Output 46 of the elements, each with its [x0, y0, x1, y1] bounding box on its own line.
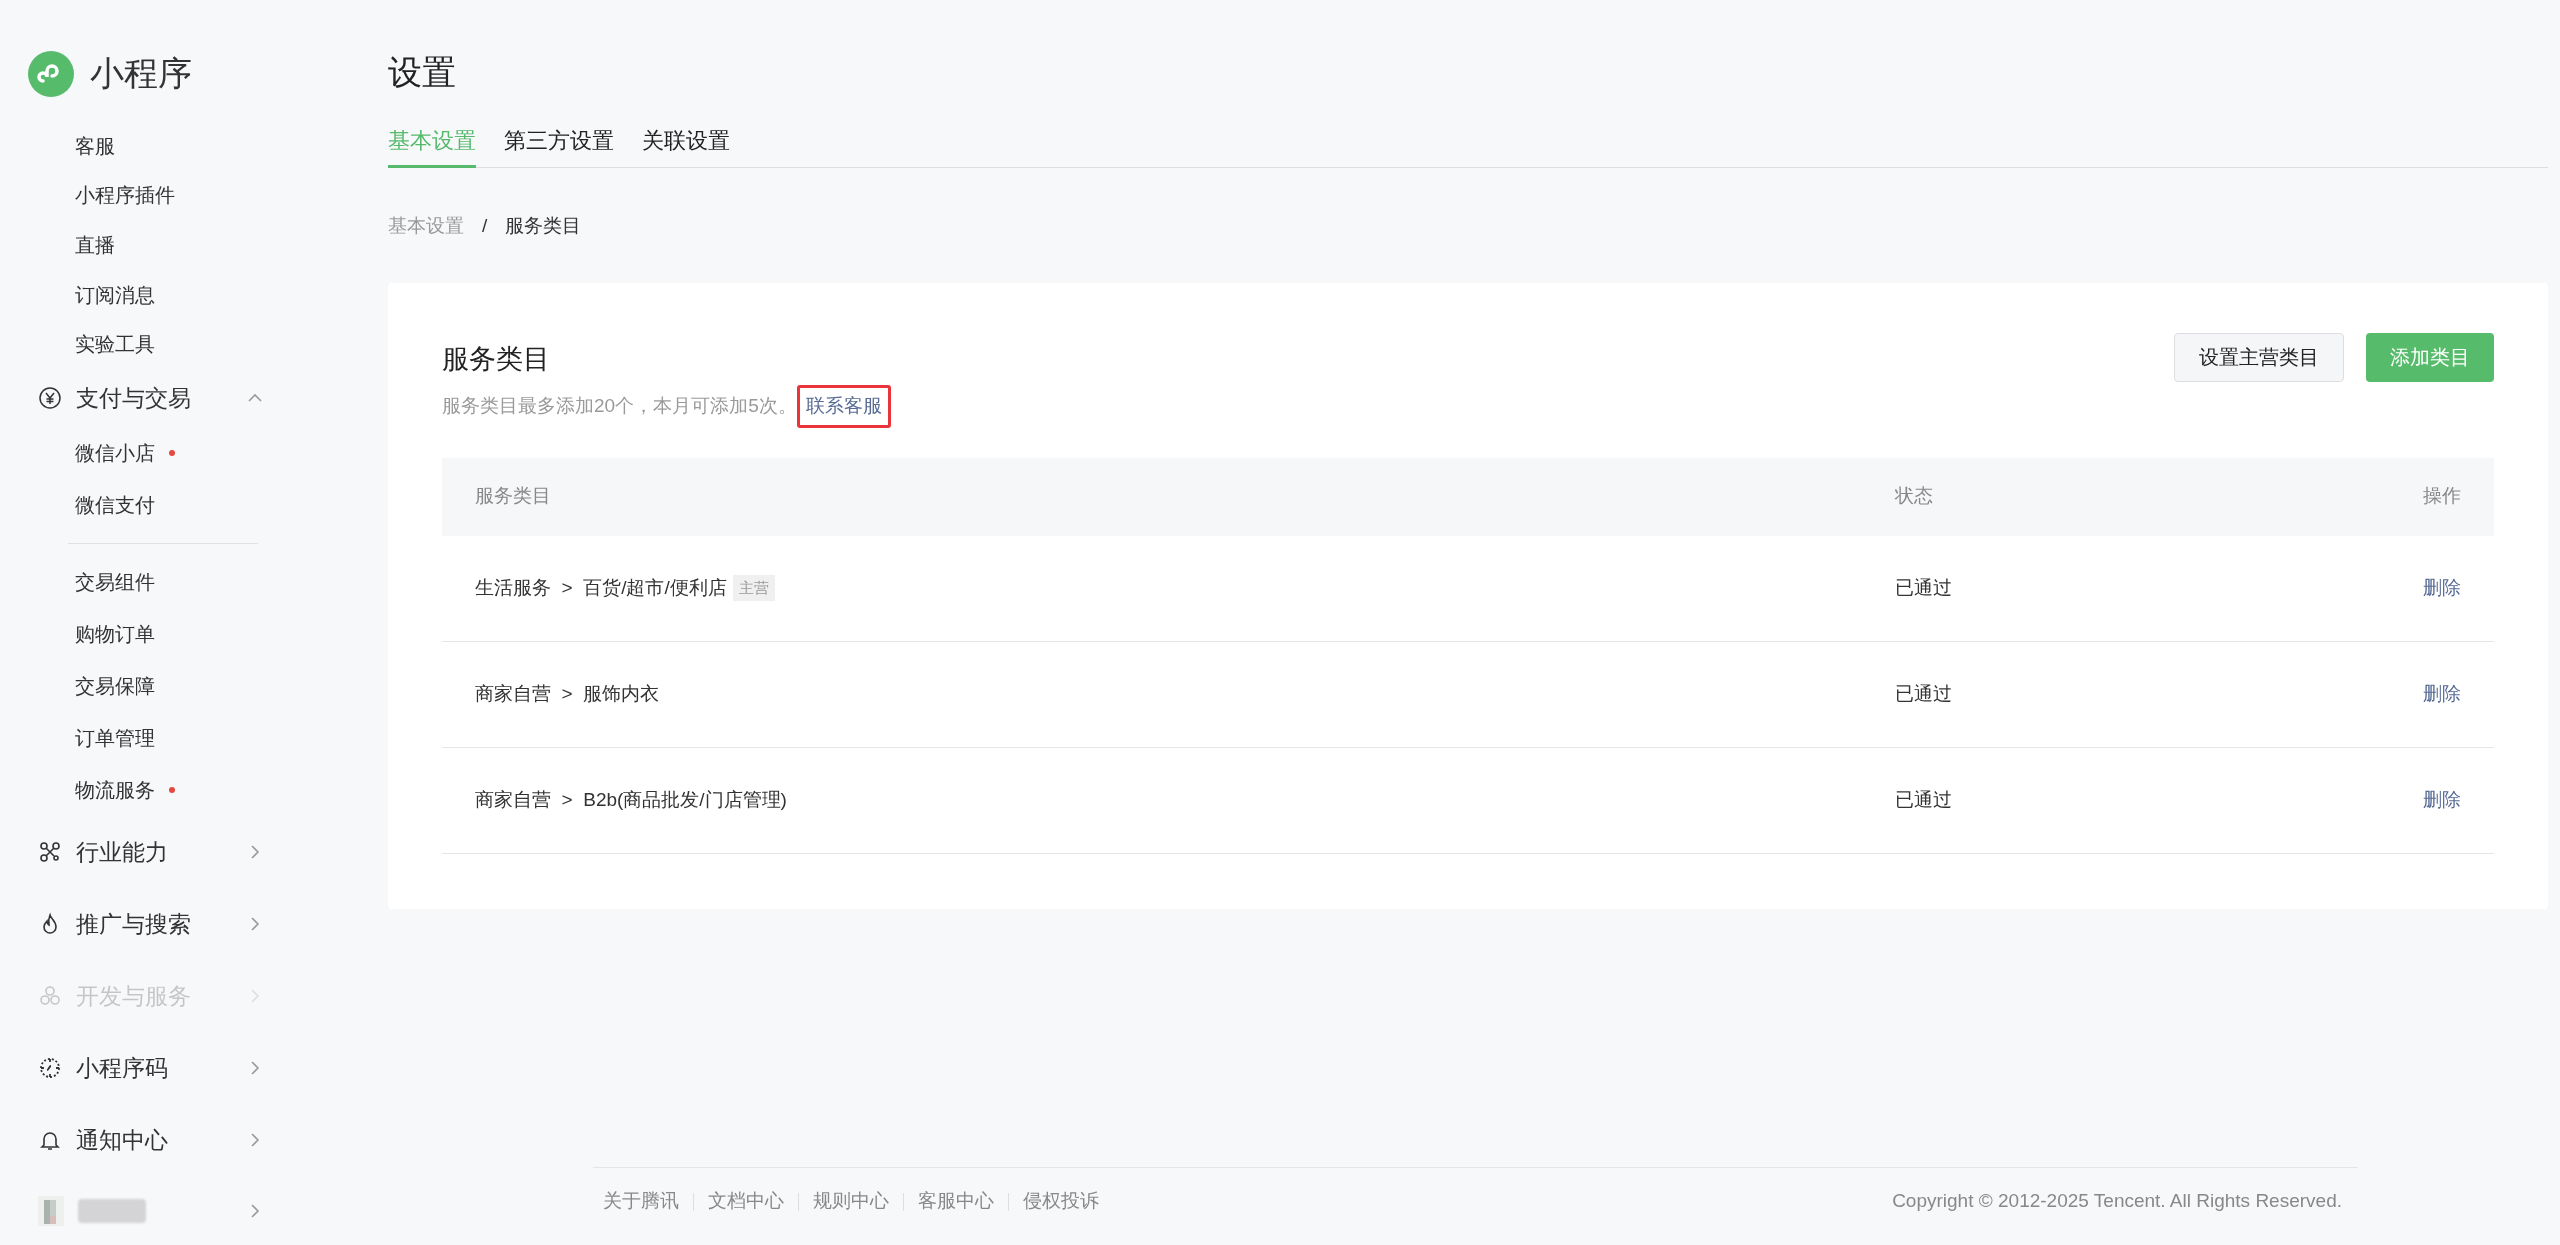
- sidebar-item[interactable]: 小程序插件: [75, 180, 175, 211]
- sidebar-item[interactable]: 物流服务: [75, 775, 155, 806]
- set-button[interactable]: 设置主营类目: [2174, 332, 2344, 382]
- sidebar-group[interactable]: 通知中心: [0, 1104, 360, 1177]
- page-title: 设置: [388, 52, 456, 93]
- delete-link[interactable]: 删除: [2423, 785, 2461, 815]
- yen-icon: [38, 386, 62, 411]
- logo-icon: [28, 50, 74, 97]
- table-cell-text: 已通过: [1895, 787, 1953, 812]
- nodes-icon: [38, 840, 62, 865]
- sidebar-item[interactable]: 微信支付: [75, 490, 155, 521]
- sidebar-group[interactable]: 推广与搜索: [0, 888, 360, 961]
- breadcrumb-item[interactable]: 服务类目: [505, 212, 582, 241]
- delete-link[interactable]: 删除: [2423, 573, 2461, 603]
- blurred-name: [78, 1198, 146, 1223]
- table-cell-text: 生活服务 > 百货/超市/便利店: [475, 575, 727, 600]
- sidebar-item[interactable]: 订单管理: [75, 723, 155, 754]
- sidebar-group[interactable]: 小程序码: [0, 1032, 360, 1105]
- sidebar-item[interactable]: 订阅消息: [75, 279, 155, 310]
- sidebar-item[interactable]: 实验工具: [75, 329, 155, 360]
- tab[interactable]: 关联设置: [642, 124, 730, 168]
- sidebar-group[interactable]: 行业能力: [0, 816, 360, 889]
- table-cell-text: 已通过: [1895, 575, 1953, 600]
- contact-link[interactable]: 联系客服: [796, 385, 891, 428]
- column-header: 状态: [1895, 484, 1934, 509]
- code-burst-icon: [38, 1056, 62, 1081]
- sidebar-item[interactable]: 购物订单: [75, 619, 155, 650]
- copyright: Copyright © 2012-2025 Tencent. All Rights Reserved.: [1892, 1189, 2343, 1214]
- table-cell-text: 商家自营 > 服饰内衣: [475, 681, 660, 706]
- sidebar-item[interactable]: 直播: [75, 230, 115, 261]
- delete-link[interactable]: 删除: [2423, 679, 2461, 709]
- column-header: 服务类目: [475, 484, 552, 509]
- brand-name: 小程序: [90, 53, 192, 94]
- column-header: 操作: [2423, 484, 2461, 509]
- table-cell-text: 已通过: [1895, 681, 1953, 706]
- sidebar-item[interactable]: 客服: [75, 130, 115, 161]
- table-cell-text: 商家自营 > B2b(商品批发/门店管理): [475, 787, 787, 812]
- breadcrumb-separator: /: [482, 214, 488, 238]
- sidebar-item[interactable]: 微信小店: [75, 438, 155, 469]
- card-note: 服务类目最多添加20个，本月可添加5次。: [442, 394, 797, 418]
- card-title: 服务类目: [442, 342, 551, 376]
- sidebar-group[interactable]: 支付与交易: [0, 369, 360, 428]
- sidebar-item[interactable]: 交易保障: [75, 671, 155, 702]
- sidebar-item[interactable]: 交易组件: [75, 567, 155, 598]
- tab[interactable]: 第三方设置: [504, 124, 614, 168]
- primary-tag: 主营: [732, 574, 775, 602]
